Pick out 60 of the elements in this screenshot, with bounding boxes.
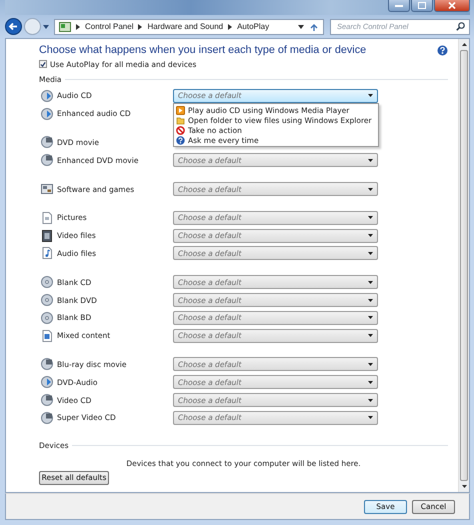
breadcrumb-item[interactable]: Hardware and Sound xyxy=(147,22,224,31)
dropdown-arrow-icon xyxy=(368,380,373,384)
dropdown-icon[interactable] xyxy=(298,24,304,28)
play-icon xyxy=(176,106,185,114)
scroll-down-icon[interactable] xyxy=(462,485,466,488)
disc-icon xyxy=(41,154,53,166)
disc-icon xyxy=(41,136,53,148)
scrollbar[interactable] xyxy=(458,39,469,492)
close-button[interactable] xyxy=(434,0,470,12)
dropdown-arrow-icon xyxy=(368,398,373,402)
dropdown-arrow-icon xyxy=(368,252,373,255)
blank-disc-icon xyxy=(41,312,53,324)
chevron-icon xyxy=(76,24,80,30)
blank-disc-icon xyxy=(41,294,53,306)
checkbox[interactable] xyxy=(39,60,47,68)
folder-icon xyxy=(176,116,185,124)
picture-file-icon xyxy=(41,212,53,224)
music-disc-icon xyxy=(41,376,53,388)
video-file-icon xyxy=(41,230,53,242)
disc-icon xyxy=(41,358,53,370)
help-icon xyxy=(176,136,185,144)
music-disc-icon xyxy=(41,108,53,120)
close-icon xyxy=(448,2,456,9)
refresh-icon[interactable] xyxy=(309,22,319,32)
help-icon[interactable] xyxy=(437,44,448,56)
maximize-button[interactable] xyxy=(411,0,433,12)
dropdown-arrow-icon xyxy=(368,216,373,220)
breadcrumb-item[interactable]: Control Panel xyxy=(85,22,134,31)
address-bar[interactable]: Control Panel Hardware and Sound AutoPlay xyxy=(54,18,324,34)
dropdown-icon[interactable] xyxy=(43,24,49,28)
software-icon xyxy=(41,183,53,196)
dropdown-arrow-icon xyxy=(368,416,373,420)
minimize-button[interactable] xyxy=(388,0,410,12)
dropdown-arrow-icon xyxy=(368,362,373,366)
dropdown-arrow-icon xyxy=(368,298,373,302)
dropdown-arrow-icon xyxy=(368,234,373,238)
disc-icon xyxy=(41,412,53,424)
audio-file-icon xyxy=(41,247,53,260)
minimize-icon xyxy=(395,4,403,8)
mixed-file-icon xyxy=(41,330,53,342)
breadcrumb-item[interactable]: AutoPlay xyxy=(237,22,270,31)
scroll-up-icon[interactable] xyxy=(462,43,466,46)
maximize-icon xyxy=(418,2,426,9)
page-heading: Choose what happens when you insert each type of media or device xyxy=(39,44,366,56)
control-panel-icon xyxy=(59,22,71,32)
music-disc-icon xyxy=(41,90,53,102)
dropdown-arrow-icon xyxy=(368,94,373,98)
blank-disc-icon xyxy=(41,276,53,288)
dropdown-arrow-icon xyxy=(368,316,373,320)
disc-icon xyxy=(41,394,53,406)
back-button[interactable] xyxy=(5,18,22,35)
no-entry-icon xyxy=(176,126,185,134)
dropdown-arrow-icon xyxy=(368,280,373,284)
search-icon[interactable] xyxy=(456,22,465,31)
chevron-icon xyxy=(138,24,142,30)
chevron-icon xyxy=(228,24,232,30)
dropdown-arrow-icon xyxy=(368,334,373,338)
dropdown-arrow-icon xyxy=(368,158,373,162)
scroll-thumb[interactable] xyxy=(460,50,468,481)
dropdown-arrow-icon xyxy=(368,188,373,191)
